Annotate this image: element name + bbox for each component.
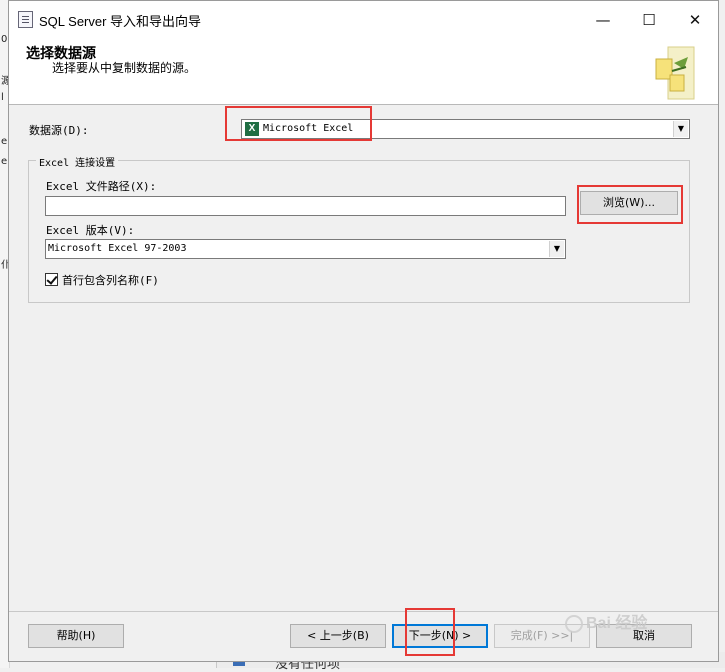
maximize-button[interactable]: ☐ [626, 5, 672, 35]
wizard-illustration-icon [655, 46, 695, 100]
file-path-input[interactable] [45, 196, 566, 216]
background-fragment: e [1, 136, 8, 147]
back-button[interactable]: < 上一步(B) [290, 624, 386, 648]
background-fragment: 0 [1, 34, 8, 45]
title-bar[interactable]: SQL Server 导入和导出向导 — ☐ ✕ [9, 1, 718, 39]
file-path-label: Excel 文件路径(X): [46, 180, 157, 193]
close-button[interactable]: ✕ [672, 5, 718, 35]
help-button[interactable]: 帮助(H) [28, 624, 124, 648]
page-subtitle: 选择要从中复制数据的源。 [52, 61, 197, 75]
app-icon [18, 11, 33, 28]
chevron-down-icon[interactable]: ▼ [549, 241, 564, 257]
excel-settings-group-label: Excel 连接设置 [36, 154, 119, 169]
wizard-header: 选择数据源 选择要从中复制数据的源。 [9, 39, 718, 105]
paw-icon [565, 614, 583, 633]
background-fragment: e [1, 156, 8, 167]
chevron-down-icon[interactable]: ▼ [673, 121, 688, 137]
window-title: SQL Server 导入和导出向导 [39, 14, 202, 29]
baidu-watermark: Bai 经验 [565, 609, 705, 637]
first-row-checkbox[interactable] [45, 273, 58, 286]
data-source-label: 数据源(D): [29, 124, 89, 137]
next-button[interactable]: 下一步(N) > [392, 624, 488, 648]
minimize-button[interactable]: — [580, 5, 626, 35]
first-row-label[interactable]: 首行包含列名称(F) [62, 272, 159, 288]
wizard-window: SQL Server 导入和导出向导 — ☐ ✕ 选择数据源 选择要从中复制数据… [8, 0, 719, 662]
excel-version-dropdown[interactable]: Microsoft Excel 97-2003 ▼ [45, 239, 566, 259]
excel-version-label: Excel 版本(V): [46, 224, 135, 237]
browse-button[interactable]: 浏览(W)... [580, 191, 678, 215]
excel-icon: X [245, 122, 259, 136]
excel-version-value: Microsoft Excel 97-2003 [48, 243, 187, 254]
data-source-value: Microsoft Excel [263, 123, 354, 134]
watermark-text: Bai 经验 [586, 615, 648, 632]
data-source-dropdown[interactable]: X Microsoft Excel ▼ [241, 119, 690, 139]
background-fragment: l [1, 92, 4, 103]
